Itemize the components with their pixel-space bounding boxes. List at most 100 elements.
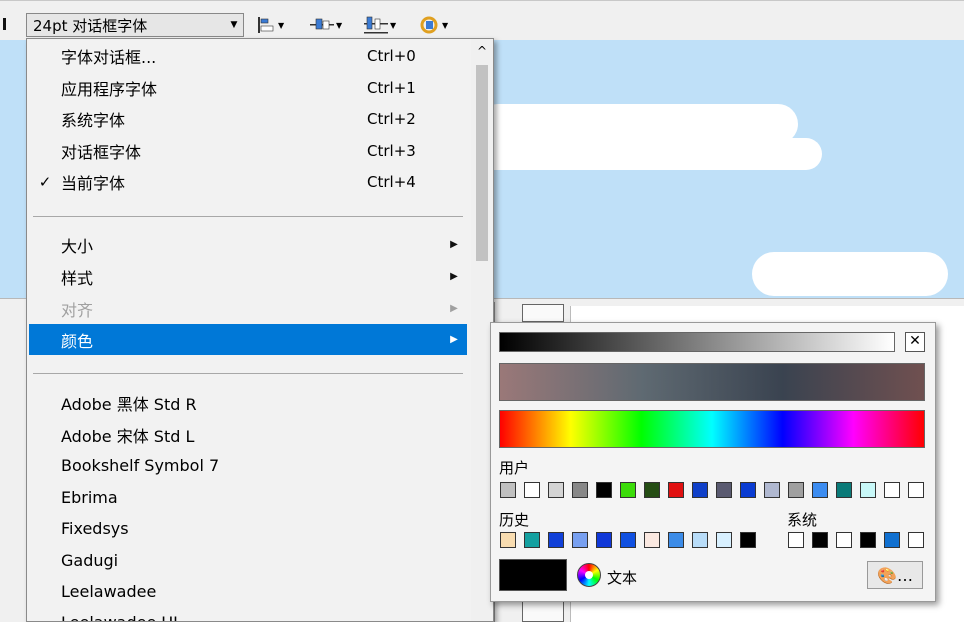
user-color-swatch[interactable] bbox=[788, 482, 804, 498]
user-color-swatch[interactable] bbox=[644, 482, 660, 498]
align-left-icon bbox=[258, 17, 274, 33]
history-color-swatch[interactable] bbox=[692, 532, 708, 548]
history-color-swatch[interactable] bbox=[716, 532, 732, 548]
cloud-shape bbox=[470, 138, 822, 170]
distribute-icon bbox=[364, 16, 388, 34]
system-color-swatch[interactable] bbox=[812, 532, 828, 548]
menu-item-font[interactable]: Ebrima bbox=[29, 482, 467, 513]
user-color-swatch[interactable] bbox=[524, 482, 540, 498]
menu-item-label: 大小 bbox=[61, 236, 94, 256]
menu-item-label: 当前字体 bbox=[61, 173, 126, 193]
scroll-thumb[interactable] bbox=[476, 65, 488, 261]
color-wheel-icon[interactable] bbox=[577, 563, 601, 587]
user-color-swatch[interactable] bbox=[500, 482, 516, 498]
align-center-icon bbox=[310, 18, 334, 30]
menu-item-font[interactable]: Leelawadee bbox=[29, 576, 467, 607]
font-combo-box[interactable]: 24pt 对话框字体 ▼ bbox=[26, 13, 244, 37]
submenu-arrow-icon: ▶ bbox=[450, 334, 458, 345]
user-color-swatch[interactable] bbox=[620, 482, 636, 498]
history-color-swatch[interactable] bbox=[740, 532, 756, 548]
user-color-swatch[interactable] bbox=[908, 482, 924, 498]
system-color-swatch[interactable] bbox=[908, 532, 924, 548]
system-colors-label: 系统 bbox=[787, 511, 818, 529]
hue-spectrum-bar[interactable] bbox=[499, 410, 925, 448]
menu-item-shortcut: Ctrl+1 bbox=[367, 78, 416, 97]
menu-item-label: 对话框字体 bbox=[61, 142, 142, 162]
font-combo-value: 24pt 对话框字体 bbox=[33, 16, 148, 35]
submenu-arrow-icon: ▶ bbox=[450, 271, 458, 282]
font-dropdown-menu: 字体对话框... Ctrl+0 应用程序字体 Ctrl+1 系统字体 Ctrl+… bbox=[26, 38, 494, 622]
system-color-swatch[interactable] bbox=[884, 532, 900, 548]
user-color-swatch[interactable] bbox=[836, 482, 852, 498]
history-color-swatch[interactable] bbox=[500, 532, 516, 548]
menu-item-color[interactable]: 颜色 ▶ bbox=[29, 324, 467, 355]
menu-item-label: Fixedsys bbox=[61, 519, 129, 538]
formatting-toolbar: 24pt 对话框字体 ▼ ▼ ▼ ▼ ▼ bbox=[0, 0, 964, 40]
scroll-up-icon[interactable]: ^ bbox=[471, 39, 493, 63]
align-center-button[interactable]: ▼ bbox=[310, 14, 342, 36]
system-color-swatch[interactable] bbox=[836, 532, 852, 548]
menu-item-align: 对齐 ▶ bbox=[29, 293, 467, 324]
menu-item-label: Leelawadee bbox=[61, 582, 157, 601]
user-color-swatch[interactable] bbox=[692, 482, 708, 498]
menu-item-label: 系统字体 bbox=[61, 110, 126, 130]
side-button[interactable] bbox=[522, 304, 564, 322]
history-color-swatch[interactable] bbox=[548, 532, 564, 548]
menu-item-application-font[interactable]: 应用程序字体 Ctrl+1 bbox=[29, 72, 467, 103]
menu-item-font[interactable]: Leelawadee UI bbox=[29, 607, 467, 621]
menu-item-dialog-font[interactable]: 对话框字体 Ctrl+3 bbox=[29, 135, 467, 166]
menu-item-font[interactable]: Adobe 黑体 Std R bbox=[29, 387, 467, 418]
history-color-swatch[interactable] bbox=[524, 532, 540, 548]
menu-item-label: 样式 bbox=[61, 268, 94, 288]
system-color-swatch[interactable] bbox=[788, 532, 804, 548]
menu-item-shortcut: Ctrl+3 bbox=[367, 141, 416, 160]
user-color-swatch[interactable] bbox=[740, 482, 756, 498]
menu-item-font[interactable]: Fixedsys bbox=[29, 513, 467, 544]
menu-item-style[interactable]: 样式 ▶ bbox=[29, 261, 467, 292]
menu-item-font[interactable]: Bookshelf Symbol 7 bbox=[29, 450, 467, 481]
user-color-swatch[interactable] bbox=[596, 482, 612, 498]
menu-item-label: Adobe 黑体 Std R bbox=[61, 394, 197, 414]
menu-item-current-font[interactable]: ✓ 当前字体 Ctrl+4 bbox=[29, 166, 467, 197]
rotate-icon bbox=[420, 16, 438, 34]
grayscale-bar[interactable] bbox=[499, 332, 895, 352]
user-color-swatch[interactable] bbox=[668, 482, 684, 498]
menu-item-system-font[interactable]: 系统字体 Ctrl+2 bbox=[29, 103, 467, 134]
user-color-swatch[interactable] bbox=[764, 482, 780, 498]
menu-item-font[interactable]: Adobe 宋体 Std L bbox=[29, 419, 467, 450]
history-color-swatch[interactable] bbox=[572, 532, 588, 548]
align-left-button[interactable]: ▼ bbox=[256, 14, 284, 36]
palette-icon[interactable]: 🎨… bbox=[867, 561, 923, 589]
rotate-button[interactable]: ▼ bbox=[418, 14, 448, 36]
user-colors-label: 用户 bbox=[499, 459, 530, 477]
history-color-swatch[interactable] bbox=[644, 532, 660, 548]
user-color-swatch[interactable] bbox=[812, 482, 828, 498]
user-color-swatch[interactable] bbox=[548, 482, 564, 498]
close-icon[interactable]: ✕ bbox=[905, 332, 925, 352]
history-color-swatch[interactable] bbox=[668, 532, 684, 548]
menu-separator bbox=[33, 373, 463, 374]
menu-item-shortcut: Ctrl+4 bbox=[367, 172, 416, 191]
history-colors-label: 历史 bbox=[499, 511, 530, 529]
user-color-swatch[interactable] bbox=[716, 482, 732, 498]
menu-item-label: Ebrima bbox=[61, 488, 118, 507]
system-color-swatch[interactable] bbox=[860, 532, 876, 548]
dropdown-arrow-icon: ▼ bbox=[336, 20, 343, 30]
text-color-label: 文本 bbox=[607, 569, 638, 587]
user-color-swatch[interactable] bbox=[884, 482, 900, 498]
menu-item-font-dialog[interactable]: 字体对话框... Ctrl+0 bbox=[29, 40, 467, 71]
color-picker-popup: ✕ 用户 历史 系统 文本 🎨… bbox=[490, 322, 936, 602]
menu-item-size[interactable]: 大小 ▶ bbox=[29, 229, 467, 260]
menu-item-font[interactable]: Gadugi bbox=[29, 545, 467, 576]
distribute-button[interactable]: ▼ bbox=[364, 14, 396, 36]
history-color-swatch[interactable] bbox=[620, 532, 636, 548]
menu-item-label: 字体对话框... bbox=[61, 47, 157, 67]
user-color-swatch[interactable] bbox=[572, 482, 588, 498]
checkmark-icon: ✓ bbox=[38, 172, 52, 191]
toolbar-grip[interactable] bbox=[3, 18, 6, 30]
menu-item-label: Bookshelf Symbol 7 bbox=[61, 456, 220, 475]
history-color-swatch[interactable] bbox=[596, 532, 612, 548]
saturation-bar[interactable] bbox=[499, 363, 925, 401]
combo-dropdown-arrow-icon[interactable]: ▼ bbox=[225, 20, 243, 30]
user-color-swatch[interactable] bbox=[860, 482, 876, 498]
